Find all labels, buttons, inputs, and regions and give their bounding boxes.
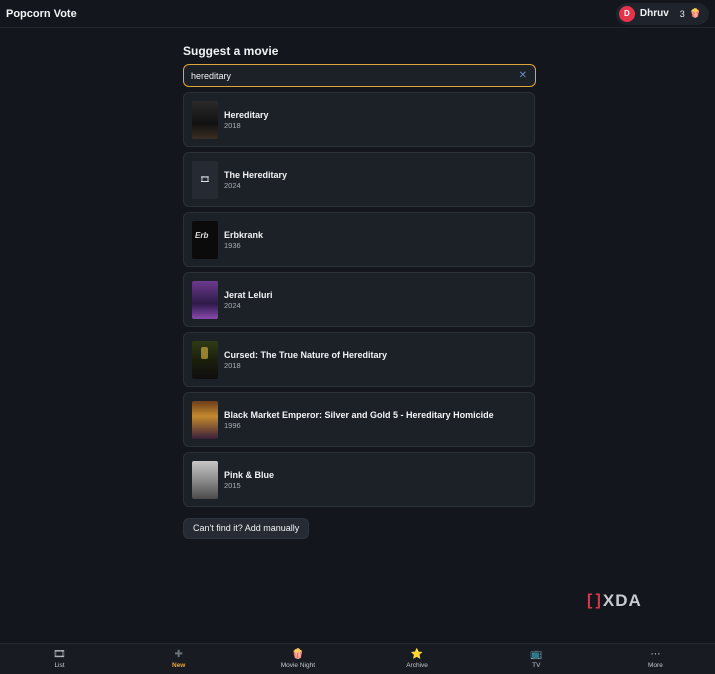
movie-poster — [192, 400, 218, 439]
film-icon: 🎞 — [53, 649, 66, 660]
search-results: Hereditary 2018 🎞 The Hereditary 2024 Er… — [183, 92, 536, 507]
movie-title: Black Market Emperor: Silver and Gold 5 … — [224, 409, 494, 420]
user-name: Dhruv — [639, 8, 669, 19]
nav-label: More — [648, 662, 663, 669]
top-bar: Popcorn Vote D Dhruv 3 🍿 — [0, 0, 715, 28]
movie-year: 2015 — [224, 480, 241, 490]
suggest-panel: Suggest a movie ✕ Hereditary 2018 🎞 The … — [183, 44, 536, 539]
movie-poster — [192, 460, 218, 499]
list-item[interactable]: Hereditary 2018 — [183, 92, 535, 147]
more-icon: ⋯ — [650, 649, 661, 660]
movie-year: 1996 — [224, 420, 241, 430]
movie-poster — [192, 100, 218, 139]
user-chip[interactable]: D Dhruv 3 🍿 — [615, 2, 709, 25]
placeholder-poster-icon: 🎞 — [199, 175, 211, 184]
watermark-text: XDA — [602, 591, 642, 610]
list-item[interactable]: Erbkrank 1936 — [183, 212, 535, 267]
nav-movie-night[interactable]: 🍿 Movie Night — [238, 644, 357, 674]
nav-archive[interactable]: ⭐ Archive — [358, 644, 477, 674]
nav-label: Archive — [406, 662, 428, 669]
nav-new[interactable]: ✚ New — [119, 644, 238, 674]
movie-year: 2018 — [224, 360, 241, 370]
add-manually-button[interactable]: Can't find it? Add manually — [183, 518, 310, 539]
movie-poster — [192, 280, 218, 319]
clear-icon[interactable]: ✕ — [519, 70, 527, 81]
popcorn-icon: 🍿 — [689, 8, 701, 18]
nav-label: List — [54, 662, 65, 669]
star-icon: ⭐ — [410, 649, 424, 660]
search-input[interactable] — [191, 70, 491, 81]
movie-title: Hereditary — [224, 109, 269, 120]
movie-poster — [192, 340, 218, 379]
app-title: Popcorn Vote — [6, 7, 77, 20]
xda-watermark: [ ] XDA — [587, 591, 642, 611]
movie-year: 2018 — [224, 120, 241, 130]
search-box[interactable]: ✕ — [183, 64, 536, 87]
movie-title: Cursed: The True Nature of Hereditary — [224, 349, 388, 360]
list-item[interactable]: 🎞 The Hereditary 2024 — [183, 152, 535, 207]
tv-icon: 📺 — [530, 649, 543, 660]
nav-more[interactable]: ⋯ More — [596, 644, 715, 674]
popcorn-count: 3 — [679, 8, 685, 19]
nav-list[interactable]: 🎞 List — [0, 644, 119, 674]
movie-title: The Hereditary — [224, 169, 288, 180]
avatar: D — [618, 5, 635, 22]
xda-logo-icon: [ ] — [587, 592, 601, 609]
list-item[interactable]: Cursed: The True Nature of Hereditary 20… — [183, 332, 535, 387]
nav-tv[interactable]: 📺 TV — [477, 644, 596, 674]
movie-year: 2024 — [224, 180, 241, 190]
movie-title: Pink & Blue — [224, 469, 275, 480]
movie-year: 1936 — [224, 240, 241, 250]
movie-year: 2024 — [224, 300, 241, 310]
nav-label: New — [172, 662, 186, 669]
nav-label: TV — [532, 662, 541, 669]
plus-icon: ✚ — [174, 649, 183, 660]
popcorn-icon: 🍿 — [291, 649, 305, 660]
movie-title: Jerat Leluri — [224, 289, 273, 300]
page-title: Suggest a movie — [183, 44, 279, 58]
movie-title: Erbkrank — [224, 229, 264, 240]
list-item[interactable]: Pink & Blue 2015 — [183, 452, 535, 507]
movie-poster — [192, 220, 218, 259]
bottom-nav: 🎞 List ✚ New 🍿 Movie Night ⭐ Archive 📺 T… — [0, 643, 715, 674]
nav-label: Movie Night — [280, 662, 316, 669]
list-item[interactable]: Jerat Leluri 2024 — [183, 272, 535, 327]
movie-poster: 🎞 — [192, 160, 218, 199]
list-item[interactable]: Black Market Emperor: Silver and Gold 5 … — [183, 392, 535, 447]
